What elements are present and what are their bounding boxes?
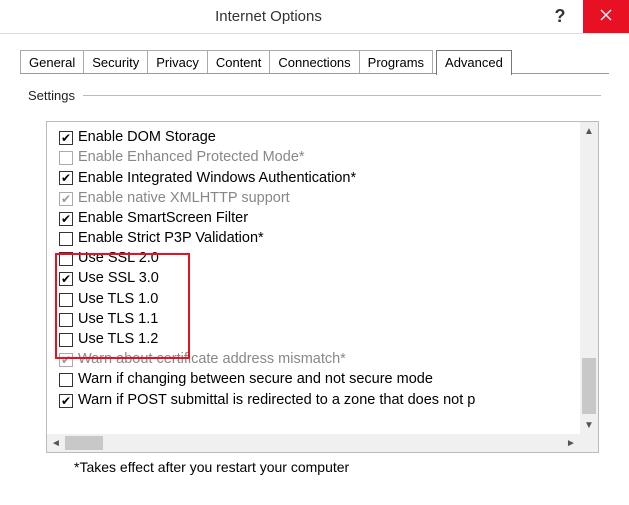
vertical-scroll-track[interactable] (580, 140, 598, 416)
setting-label: Use TLS 1.0 (78, 292, 158, 308)
advanced-panel: Settings ✔ Enable DOM Storage Enable Enhan… (28, 88, 601, 475)
checkbox[interactable] (59, 232, 73, 246)
close-icon (600, 8, 612, 26)
tab-label: Connections (278, 55, 350, 70)
tab-content[interactable]: Content (207, 50, 271, 74)
setting-label: Use TLS 1.2 (78, 332, 158, 348)
close-button[interactable] (583, 0, 629, 33)
checkbox[interactable]: ✔ (59, 171, 73, 185)
setting-row[interactable]: Use TLS 1.0 (59, 290, 598, 310)
window-title: Internet Options (0, 8, 537, 25)
setting-row[interactable]: ✔ Enable Integrated Windows Authenticatio… (59, 168, 598, 188)
tab-label: Programs (368, 55, 424, 70)
vertical-scroll-thumb[interactable] (582, 358, 596, 414)
tab-security[interactable]: Security (83, 50, 148, 74)
setting-label: Enable Integrated Windows Authentication… (78, 171, 356, 187)
checkbox[interactable] (59, 293, 73, 307)
tab-baseline (20, 73, 609, 74)
setting-label: Use TLS 1.1 (78, 312, 158, 328)
setting-row[interactable]: ✔ Warn if POST submittal is redirected to… (59, 390, 598, 410)
titlebar-buttons: ? (537, 0, 629, 33)
setting-row[interactable]: ✔ Enable SmartScreen Filter (59, 209, 598, 229)
setting-label: Use SSL 2.0 (78, 251, 159, 267)
setting-label: Warn if changing between secure and not … (78, 372, 433, 388)
tab-connections[interactable]: Connections (269, 50, 359, 74)
scroll-left-arrow-icon[interactable]: ◄ (47, 434, 65, 452)
setting-row[interactable]: Enable Strict P3P Validation* (59, 229, 598, 249)
scroll-corner (580, 434, 598, 452)
setting-label: Enable SmartScreen Filter (78, 211, 248, 227)
checkbox[interactable] (59, 151, 73, 165)
tab-programs[interactable]: Programs (359, 50, 433, 74)
setting-row[interactable]: ✔ Enable native XMLHTTP support (59, 189, 598, 209)
horizontal-scrollbar[interactable]: ◄ ► (47, 434, 580, 452)
scroll-up-arrow-icon[interactable]: ▲ (580, 122, 598, 140)
setting-row[interactable]: Use TLS 1.2 (59, 330, 598, 350)
horizontal-scroll-track[interactable] (65, 434, 562, 452)
vertical-scrollbar[interactable]: ▲ ▼ (580, 122, 598, 434)
checkbox[interactable]: ✔ (59, 394, 73, 408)
checkbox[interactable] (59, 313, 73, 327)
tab-label: Security (92, 55, 139, 70)
help-button[interactable]: ? (537, 0, 583, 33)
setting-label: Use SSL 3.0 (78, 271, 159, 287)
setting-row[interactable]: ✔ Enable DOM Storage (59, 128, 598, 148)
setting-label: Warn if POST submittal is redirected to … (78, 393, 475, 409)
setting-row[interactable]: Enable Enhanced Protected Mode* (59, 148, 598, 168)
help-icon: ? (555, 6, 566, 27)
checkbox[interactable]: ✔ (59, 353, 73, 367)
checkbox[interactable] (59, 333, 73, 347)
tab-privacy[interactable]: Privacy (147, 50, 208, 74)
checkbox[interactable]: ✔ (59, 192, 73, 206)
checkbox[interactable]: ✔ (59, 212, 73, 226)
checkbox[interactable]: ✔ (59, 272, 73, 286)
titlebar: Internet Options ? (0, 0, 629, 34)
tab-strip: General Security Privacy Content Connect… (0, 34, 629, 74)
checkbox[interactable]: ✔ (59, 131, 73, 145)
scroll-right-arrow-icon[interactable]: ► (562, 434, 580, 452)
setting-label: Enable native XMLHTTP support (78, 191, 290, 207)
tab-advanced[interactable]: Advanced (436, 50, 512, 75)
setting-label: Warn about certificate address mismatch* (78, 352, 346, 368)
tab-label: Content (216, 55, 262, 70)
groupbox-rule (83, 95, 601, 96)
setting-label: Enable DOM Storage (78, 130, 216, 146)
groupbox-label: Settings (28, 88, 83, 103)
setting-row[interactable]: Use TLS 1.1 (59, 310, 598, 330)
setting-row[interactable]: Warn if changing between secure and not … (59, 370, 598, 390)
setting-row[interactable]: ✔ Use SSL 3.0 (59, 269, 598, 289)
horizontal-scroll-thumb[interactable] (65, 436, 103, 450)
setting-row[interactable]: ✔ Warn about certificate address mismatch… (59, 350, 598, 370)
setting-row[interactable]: Use SSL 2.0 (59, 249, 598, 269)
tab-label: General (29, 55, 75, 70)
setting-label: Enable Strict P3P Validation* (78, 231, 264, 247)
setting-label: Enable Enhanced Protected Mode* (78, 150, 305, 166)
settings-list: ✔ Enable DOM Storage Enable Enhanced Prote… (47, 122, 598, 434)
restart-footnote: *Takes effect after you restart your com… (74, 459, 601, 475)
checkbox[interactable] (59, 252, 73, 266)
tab-general[interactable]: General (20, 50, 84, 74)
settings-listbox: ✔ Enable DOM Storage Enable Enhanced Prote… (46, 121, 599, 453)
tab-label: Advanced (445, 55, 503, 70)
groupbox-header: Settings (28, 88, 601, 103)
tab-label: Privacy (156, 55, 199, 70)
scroll-down-arrow-icon[interactable]: ▼ (580, 416, 598, 434)
checkbox[interactable] (59, 373, 73, 387)
